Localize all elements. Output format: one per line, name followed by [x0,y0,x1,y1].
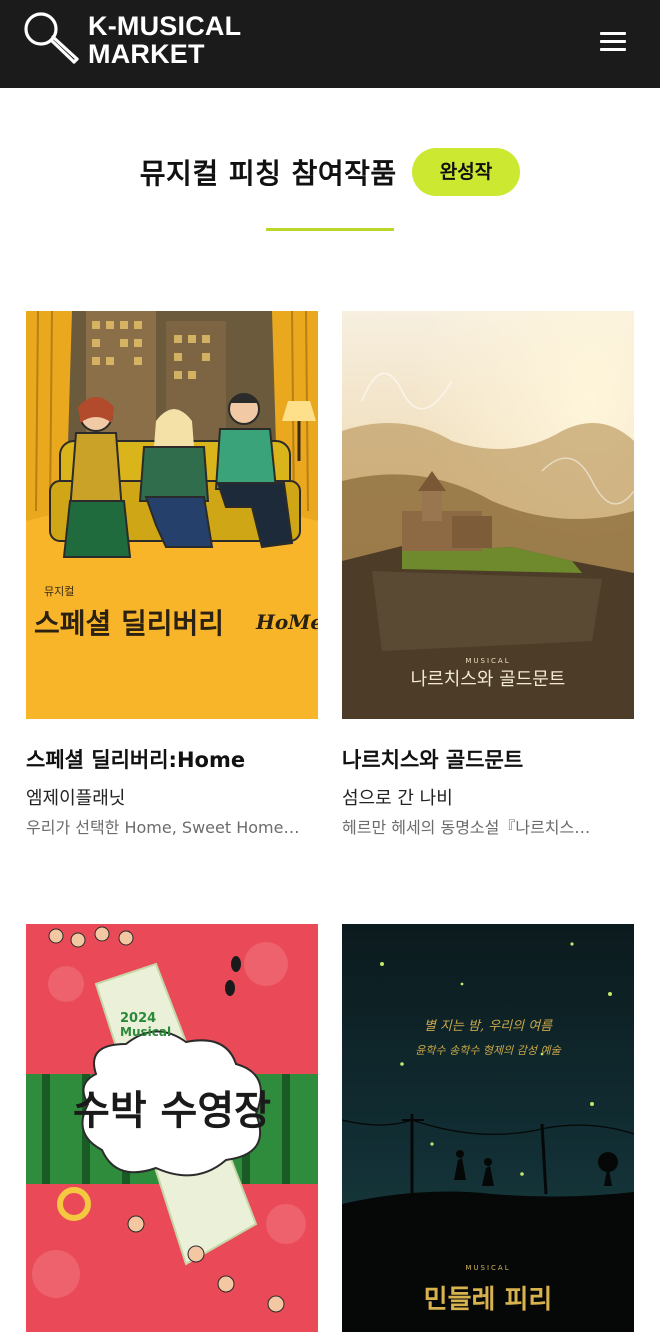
poster-image: MUSICAL 나르치스와 골드문트 [342,311,634,719]
work-title[interactable]: 스페셜 딜리버리:Home [26,745,318,775]
poster-small-label: MUSICAL [465,657,510,665]
poster-image: 별 지는 밤, 우리의 여름 윤학수 송학수 형제의 감성 예술 MUSICAL… [342,924,634,1332]
work-card-watermelon-pool[interactable]: 2024 Musical 수박 수영장 [26,924,318,1332]
work-card-special-delivery[interactable]: 뮤지컬 스페셜 딜리버리 HoMe 스페셜 딜리버리:Home 엠제이플래닛 우… [26,311,318,839]
title-underline-divider [266,228,394,231]
hamburger-menu-icon[interactable] [596,26,634,56]
poster-line-2: 윤학수 송학수 형제의 감성 예술 [415,1044,561,1057]
poster-image: 2024 Musical 수박 수영장 [26,924,318,1332]
poster-small-label: MUSICAL [465,1264,510,1272]
work-company: 섬으로 간 나비 [342,788,453,809]
poster-title-text: 스페셜 딜리버리 [34,607,224,640]
logo-line-1: K-MUSICAL [88,11,242,41]
logo-wordmark: K-MUSICAL MARKET [88,12,241,68]
work-description: 헤르만 헤세의 동명소설『나르치스… [342,818,591,837]
poster-title-text: 민들레 피리 [424,1285,553,1315]
poster-title-text: 나르치스와 골드문트 [411,669,566,690]
poster-image: 뮤지컬 스페셜 딜리버리 HoMe [26,311,318,719]
page-title: 뮤지컬 피칭 참여작품 [139,157,397,190]
microphone-icon [24,12,79,64]
logo-line-2: MARKET [88,39,205,69]
site-logo[interactable]: K-MUSICAL MARKET [22,10,252,70]
section-heading: 뮤지컬 피칭 참여작품 완성작 [0,148,660,204]
work-card-dandelion-flute[interactable]: 별 지는 밤, 우리의 여름 윤학수 송학수 형제의 감성 예술 MUSICAL… [342,924,634,1332]
work-card-narziss-goldmund[interactable]: MUSICAL 나르치스와 골드문트 나르치스와 골드문트 섬으로 간 나비 헤… [342,311,634,839]
poster-title-suffix: HoMe [255,610,318,634]
work-description: 우리가 선택한 Home, Sweet Home… [26,818,300,837]
work-title[interactable]: 나르치스와 골드문트 [342,745,634,775]
poster-year: 2024 [120,1011,156,1026]
poster-title-text: 수박 수영장 [73,1088,271,1134]
site-header: K-MUSICAL MARKET [0,0,660,88]
poster-small-label: Musical [120,1025,171,1039]
completed-badge[interactable]: 완성작 [411,148,521,196]
work-company: 엠제이플래닛 [26,788,126,809]
poster-line-1: 별 지는 밤, 우리의 여름 [424,1019,553,1034]
poster-small-label: 뮤지컬 [44,585,74,598]
